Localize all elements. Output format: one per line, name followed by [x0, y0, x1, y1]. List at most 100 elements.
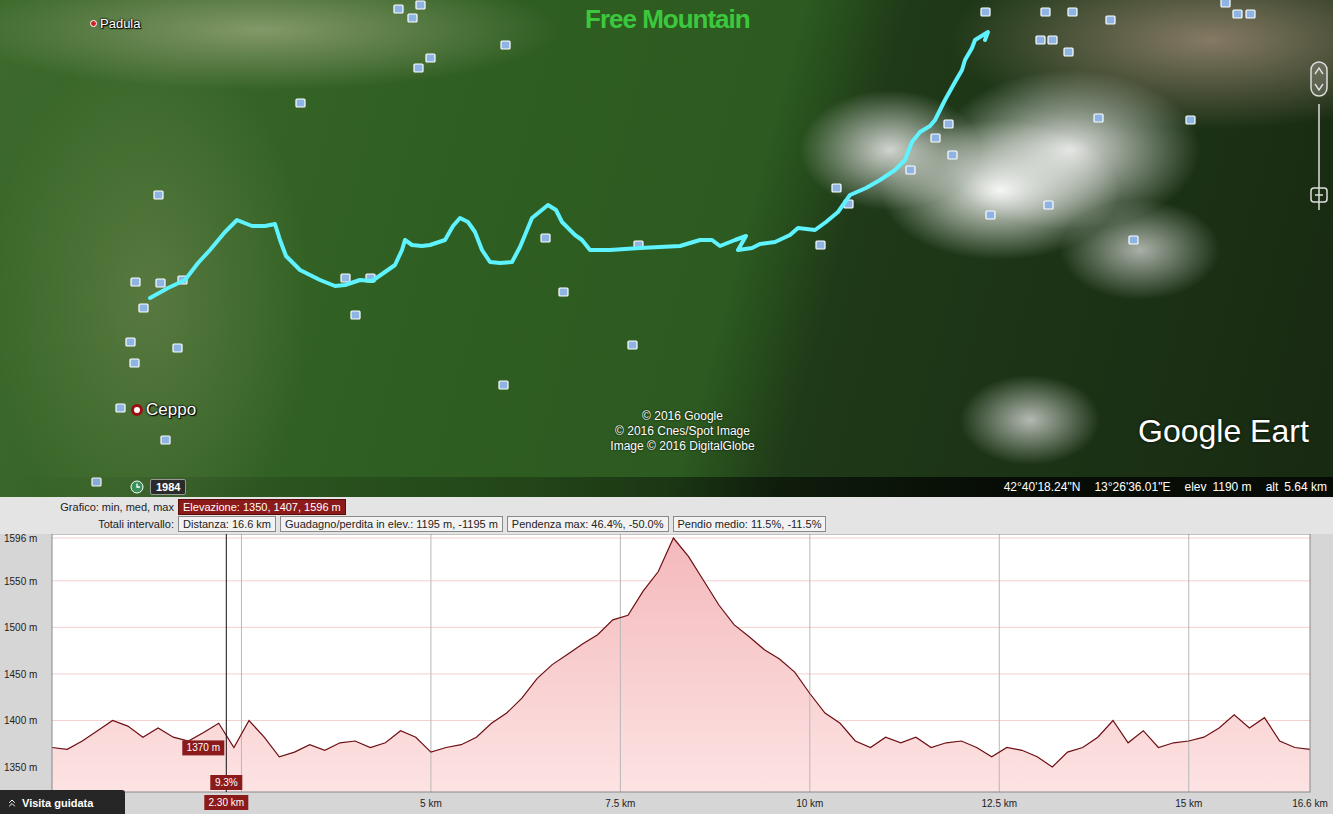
v-gridline [241, 534, 242, 792]
v-gridline [430, 534, 431, 792]
place-label[interactable]: Padula [90, 16, 140, 31]
placemark-icon[interactable] [1036, 36, 1045, 44]
header-label: Grafico: min, med, max [0, 501, 174, 513]
y-tick-label: 1400 m [4, 715, 37, 726]
place-label[interactable]: Ceppo [131, 400, 196, 420]
placemark-icon[interactable] [130, 359, 139, 367]
attribution: © 2016 Google© 2016 Cnes/Spot ImageImage… [590, 409, 775, 454]
placemark-icon[interactable] [541, 234, 550, 242]
cursor-elevation-box [182, 740, 224, 755]
stat-box[interactable]: Guadagno/perdita in elev.: 1195 m, -1195… [280, 516, 503, 532]
stat-box[interactable]: Pendio medio: 11.5%, -11.5% [673, 516, 827, 532]
placemark-icon[interactable] [628, 341, 637, 349]
header-row: Grafico: min, med, max Elevazione: 1350, … [0, 499, 1333, 515]
elevation-line [52, 538, 1310, 767]
v-gridline [999, 534, 1000, 792]
watermark: Free Mountain [585, 4, 750, 35]
placemark-icon[interactable] [296, 99, 305, 107]
tour-button[interactable]: Visita guidata [0, 790, 125, 814]
cursor-line[interactable] [226, 534, 227, 792]
placemark-icon[interactable] [126, 338, 135, 346]
imagery-year[interactable]: 1984 [150, 479, 186, 495]
placemark-icon[interactable] [501, 41, 510, 49]
cursor-distance: 2.30 km [209, 797, 245, 808]
placemark-icon[interactable] [944, 120, 953, 128]
timeline[interactable]: 1984 [130, 479, 186, 495]
placemark-icon[interactable] [832, 184, 841, 192]
status-bar: 1984 42°40'18.24"N13°26'36.01"Eelev1190 m… [0, 477, 1333, 497]
header-label: Totali intervallo: [0, 518, 174, 530]
place-marker-icon [131, 404, 143, 416]
plot-area [52, 534, 1310, 792]
placemark-icon[interactable] [116, 404, 125, 412]
placemark-icon[interactable] [161, 436, 170, 444]
placemark-icon[interactable] [1233, 10, 1242, 18]
y-tick-label: 1500 m [4, 622, 37, 633]
placemark-icon[interactable] [559, 288, 568, 296]
v-gridline [620, 534, 621, 792]
stat-box[interactable]: Elevazione: 1350, 1407, 1596 m [178, 499, 346, 515]
placemark-icon[interactable] [426, 54, 435, 62]
cursor-distance-box [204, 795, 248, 810]
clock-icon[interactable] [130, 480, 144, 494]
map-view[interactable]: Free Mountain Padula Ceppo © 2016 Google© 2… [0, 0, 1333, 497]
placemark-icon[interactable] [154, 191, 163, 199]
placemark-icon[interactable] [416, 1, 425, 9]
placemark-icon[interactable] [981, 8, 990, 16]
stat-box[interactable]: Distanza: 16.6 km [178, 516, 276, 532]
placemark-icon[interactable] [986, 211, 995, 219]
placemark-icon[interactable] [1246, 10, 1255, 18]
stat-box[interactable]: Pendenza max: 46.4%, -50.0% [507, 516, 669, 532]
coordinates: 42°40'18.24"N13°26'36.01"Eelev1190 malt5… [1004, 480, 1327, 494]
cursor-elevation: 1370 m [187, 742, 220, 753]
placemark-icon[interactable] [173, 344, 182, 352]
placemark-icon[interactable] [931, 134, 940, 142]
placemark-icon[interactable] [1094, 114, 1103, 122]
placemark-icon[interactable] [906, 166, 915, 174]
placemark-icon[interactable] [948, 151, 957, 159]
placemark-icon[interactable] [139, 304, 148, 312]
y-tick-label: 1550 m [4, 576, 37, 587]
google-earth-logo: Google Eart [1138, 413, 1309, 450]
gps-track[interactable] [150, 32, 988, 298]
attribution-line: © 2016 Cnes/Spot Image [615, 424, 750, 439]
place-marker-icon [90, 20, 97, 27]
placemark-icon[interactable] [1044, 201, 1053, 209]
zoom-slider-icon[interactable] [1308, 60, 1330, 220]
attribution-line: © 2016 Google [642, 409, 723, 424]
placemark-icon[interactable] [1106, 16, 1115, 24]
y-tick-label: 1596 m [4, 534, 37, 544]
placemark-icon[interactable] [408, 14, 417, 22]
elevation-area [52, 538, 1310, 792]
placemark-icon[interactable] [1048, 36, 1057, 44]
placemark-icon[interactable] [1068, 8, 1077, 16]
y-tick-label: 1450 m [4, 669, 37, 680]
elevation-chart[interactable]: 1596 m 1550 m 1500 m 1450 m 1400 m 1350 m 5 km… [0, 534, 1333, 814]
placemark-icon[interactable] [414, 64, 423, 72]
elevation-profile: Grafico: min, med, max Elevazione: 1350, … [0, 497, 1333, 814]
x-tick-label: 10 km [796, 798, 823, 809]
placemark-icon[interactable] [1064, 48, 1073, 56]
placemark-icon[interactable] [156, 279, 165, 287]
plot-frame [52, 534, 1310, 792]
google-earth-window: Free Mountain Padula Ceppo © 2016 Google© 2… [0, 0, 1333, 814]
placemark-icon[interactable] [394, 5, 403, 13]
x-tick-label: 5 km [420, 798, 442, 809]
attribution-line: Image © 2016 DigitalGlobe [610, 439, 754, 454]
placemark-icon[interactable] [1129, 236, 1138, 244]
placemark-icon[interactable] [131, 278, 140, 286]
placemark-icon[interactable] [1041, 8, 1050, 16]
cursor-grade: 9.3% [215, 777, 238, 788]
placemark-icon[interactable] [351, 311, 360, 319]
placemark-icon[interactable] [1186, 116, 1195, 124]
x-tick-label: 15 km [1175, 798, 1202, 809]
placemark-icon[interactable] [341, 274, 350, 282]
placemark-icon[interactable] [499, 381, 508, 389]
y-tick-label: 1350 m [4, 762, 37, 773]
v-gridline [809, 534, 810, 792]
x-tick-label: 12.5 km [982, 798, 1018, 809]
placemark-icon[interactable] [816, 241, 825, 249]
placemark-icon[interactable] [1221, 0, 1230, 7]
header-row: Totali intervallo: Distanza: 16.6 kmGuada… [0, 516, 1333, 532]
chevrons-up-icon [6, 797, 18, 809]
